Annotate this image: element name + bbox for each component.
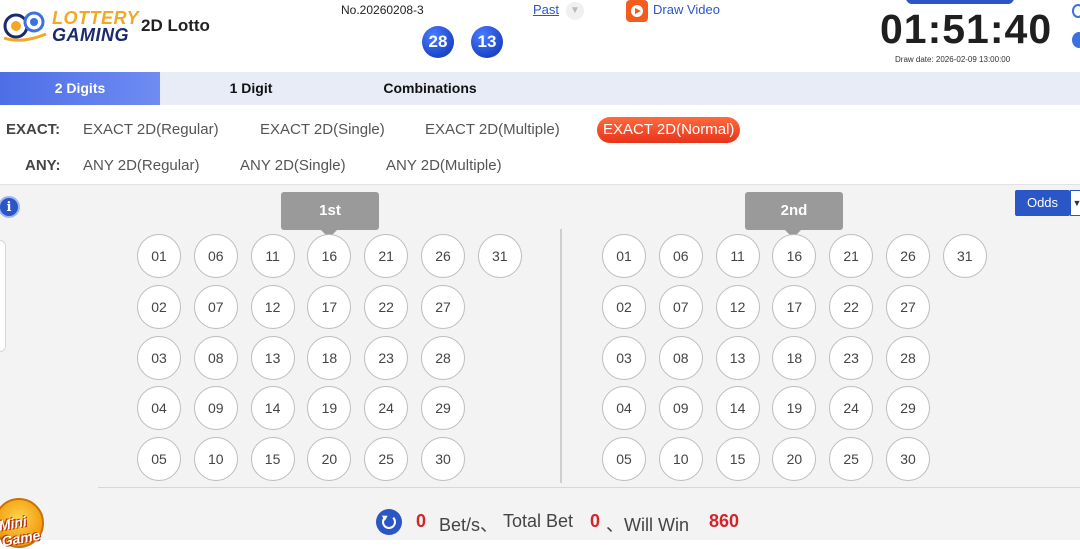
- number-ball-2nd[interactable]: 09: [658, 386, 703, 431]
- number-ball-2nd[interactable]: 31: [942, 234, 987, 278]
- number-ball-2nd[interactable]: 28: [886, 335, 930, 380]
- number-ball-1st[interactable]: 13: [250, 335, 295, 380]
- number-ball-1st[interactable]: 23: [364, 335, 409, 380]
- number-ball-2nd[interactable]: 03: [602, 335, 646, 380]
- result-ball-1: 28: [422, 26, 454, 58]
- number-ball-2nd[interactable]: 27: [886, 284, 930, 329]
- number-ball-1st[interactable]: 26: [421, 234, 465, 278]
- number-ball-1st[interactable]: 28: [421, 335, 465, 380]
- mini-game-icon[interactable]: Mini Game: [0, 498, 44, 549]
- number-ball-1st[interactable]: 07: [193, 284, 238, 329]
- total-bet-label: Total Bet: [503, 511, 574, 531]
- game-type-tabs: 2 Digits 1 Digit Combinations: [0, 72, 1080, 105]
- option-exact-2d-normal[interactable]: EXACT 2D(Normal): [597, 117, 741, 143]
- any-label: ANY:: [25, 157, 61, 174]
- number-ball-1st[interactable]: 05: [137, 437, 181, 482]
- number-ball-2nd[interactable]: 12: [715, 284, 760, 329]
- number-ball-1st[interactable]: 22: [364, 284, 409, 329]
- draw-number: No.20260208-3: [341, 3, 424, 17]
- number-ball-2nd[interactable]: 23: [829, 335, 874, 380]
- position-divider: [560, 229, 562, 483]
- number-ball-1st[interactable]: 09: [193, 386, 238, 431]
- number-ball-2nd[interactable]: 13: [715, 335, 760, 380]
- board-bottom-line: [98, 487, 1080, 488]
- refresh-icon[interactable]: [376, 509, 402, 535]
- number-ball-2nd[interactable]: 08: [658, 335, 703, 380]
- side-drawer-handle[interactable]: [0, 240, 6, 352]
- number-ball-2nd[interactable]: 26: [886, 234, 930, 278]
- number-ball-2nd[interactable]: 21: [829, 234, 874, 278]
- number-ball-2nd[interactable]: 18: [772, 335, 817, 380]
- odds-dropdown-icon[interactable]: ▼: [1070, 190, 1080, 216]
- number-ball-1st[interactable]: 21: [364, 234, 409, 278]
- number-ball-1st[interactable]: 10: [193, 437, 238, 482]
- draw-date: Draw date: 2026-02-09 13:00:00: [895, 55, 1011, 64]
- logo-text-gaming: GAMING: [52, 25, 129, 45]
- number-ball-2nd[interactable]: 17: [772, 284, 817, 329]
- number-ball-1st[interactable]: 14: [250, 386, 295, 431]
- number-ball-1st[interactable]: 15: [250, 437, 295, 482]
- option-any-2d-multiple[interactable]: ANY 2D(Multiple): [380, 153, 508, 179]
- lottery-gaming-logo[interactable]: LOTTERY GAMING: [0, 6, 139, 46]
- number-ball-2nd[interactable]: 15: [715, 437, 760, 482]
- will-win-value: 860: [709, 511, 740, 531]
- tab-1-digit[interactable]: 1 Digit: [181, 72, 321, 105]
- option-exact-2d-single[interactable]: EXACT 2D(Single): [254, 117, 391, 143]
- number-ball-1st[interactable]: 18: [307, 335, 352, 380]
- option-exact-2d-multiple[interactable]: EXACT 2D(Multiple): [419, 117, 566, 143]
- app-title: 2D Lotto: [141, 16, 210, 35]
- header: LOTTERY GAMING 2D Lotto No.20260208-3 28…: [0, 0, 1080, 72]
- number-ball-2nd[interactable]: 05: [602, 437, 646, 482]
- number-ball-1st[interactable]: 17: [307, 284, 352, 329]
- number-ball-2nd[interactable]: 22: [829, 284, 874, 329]
- number-ball-2nd[interactable]: 10: [658, 437, 703, 482]
- bets-count: 0: [416, 511, 427, 531]
- will-win-label: 、Will Win: [606, 515, 689, 535]
- position-1st-tag: 1st: [281, 192, 379, 238]
- help-icon[interactable]: [1072, 4, 1080, 18]
- number-ball-1st[interactable]: 01: [137, 234, 181, 278]
- number-ball-1st[interactable]: 30: [421, 437, 465, 482]
- number-ball-2nd[interactable]: 02: [602, 284, 646, 329]
- number-ball-1st[interactable]: 12: [250, 284, 295, 329]
- number-ball-2nd[interactable]: 11: [715, 234, 760, 278]
- logo-mark-icon: [3, 11, 47, 42]
- play-video-icon: [626, 0, 648, 22]
- position-2nd-tag: 2nd: [745, 192, 843, 238]
- number-ball-1st[interactable]: 03: [137, 335, 181, 380]
- number-ball-2nd[interactable]: 01: [602, 234, 646, 278]
- number-ball-1st[interactable]: 31: [477, 234, 522, 278]
- chevron-down-icon[interactable]: ▼: [566, 2, 584, 20]
- bets-label: Bet/s、: [439, 515, 499, 535]
- number-ball-1st[interactable]: 08: [193, 335, 238, 380]
- number-ball-1st[interactable]: 11: [250, 234, 295, 278]
- countdown-timer: 01:51:40: [880, 6, 1053, 52]
- draw-video-label: Draw Video: [653, 2, 720, 17]
- past-results-link[interactable]: Past: [533, 2, 559, 17]
- tab-2-digits[interactable]: 2 Digits: [0, 72, 160, 105]
- number-ball-2nd[interactable]: 30: [886, 437, 930, 482]
- exact-label: EXACT:: [6, 121, 61, 138]
- settings-icon[interactable]: [1072, 32, 1080, 48]
- option-any-2d-regular[interactable]: ANY 2D(Regular): [77, 153, 205, 179]
- number-ball-1st[interactable]: 02: [137, 284, 181, 329]
- option-any-2d-single[interactable]: ANY 2D(Single): [234, 153, 352, 179]
- odds-button[interactable]: Odds: [1015, 190, 1070, 216]
- top-action-pill[interactable]: [906, 0, 1014, 4]
- tab-combinations[interactable]: Combinations: [360, 72, 500, 105]
- total-bet-value: 0: [590, 511, 601, 531]
- option-exact-2d-regular[interactable]: EXACT 2D(Regular): [77, 117, 225, 143]
- number-ball-1st[interactable]: 06: [193, 234, 238, 278]
- result-ball-2: 13: [471, 26, 503, 58]
- number-ball-2nd[interactable]: 14: [715, 386, 760, 431]
- number-ball-2nd[interactable]: 06: [658, 234, 703, 278]
- mini-game-label: Mini Game: [0, 513, 42, 549]
- number-ball-1st[interactable]: 27: [421, 284, 465, 329]
- number-ball-2nd[interactable]: 07: [658, 284, 703, 329]
